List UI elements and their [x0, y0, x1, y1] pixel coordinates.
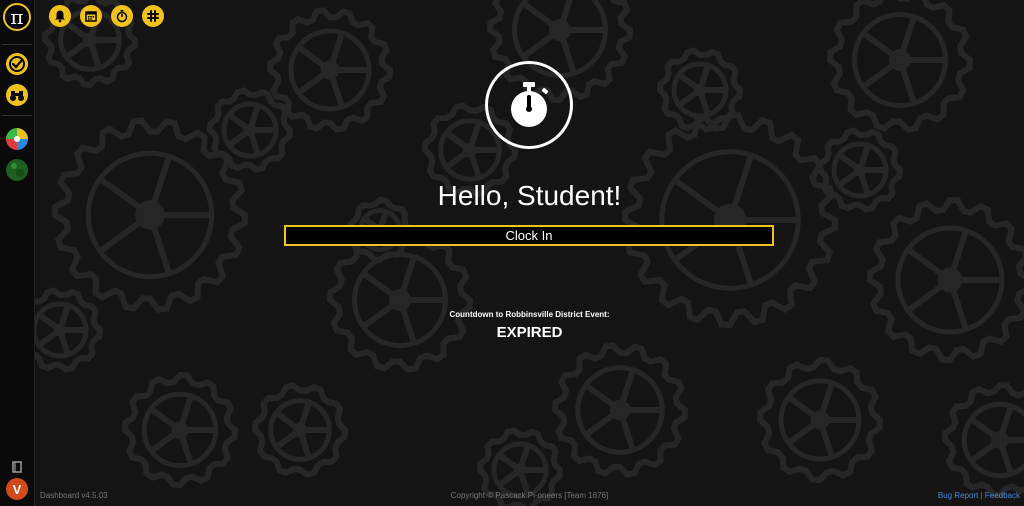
bug-report-link[interactable]: Bug Report	[938, 491, 978, 500]
main-content: Hello, Student! Clock In Countdown to Ro…	[35, 0, 1024, 506]
app-logo[interactable]: π	[3, 3, 31, 31]
binoculars-icon[interactable]	[6, 84, 28, 106]
feedback-link[interactable]: Feedback	[985, 491, 1020, 500]
greeting: Hello, Student!	[437, 180, 622, 211]
sidebar-divider	[2, 115, 32, 116]
countdown-value: EXPIRED	[496, 324, 563, 341]
calendar-icon[interactable]	[80, 5, 102, 27]
footer-links: Bug Report | Feedback	[938, 491, 1020, 500]
stopwatch-icon[interactable]	[111, 5, 133, 27]
sidebar: π V	[0, 0, 35, 506]
stopwatch-icon	[485, 61, 573, 149]
green-globe-icon[interactable]	[6, 159, 28, 181]
pinwheel-icon[interactable]	[6, 128, 28, 150]
sidebar-divider	[2, 44, 32, 45]
footer-separator: |	[980, 491, 983, 500]
bell-icon[interactable]	[49, 5, 71, 27]
check-circle-icon[interactable]	[6, 53, 28, 75]
clock-in-button[interactable]: Clock In	[284, 225, 774, 246]
countdown-label: Countdown to Robbinsville District Event…	[449, 310, 610, 319]
book-icon[interactable]	[6, 456, 28, 478]
slack-icon[interactable]	[142, 5, 164, 27]
avatar[interactable]: V	[6, 478, 28, 500]
copyright-label: Copyright © Pascack Pi-oneers [Team 1676…	[450, 491, 609, 500]
